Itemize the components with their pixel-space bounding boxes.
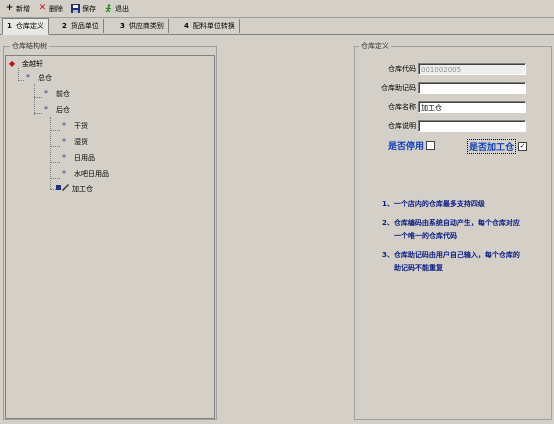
code-row: 仓库代码 001002005 bbox=[356, 62, 526, 76]
note-line: 助记码不能重复 bbox=[394, 264, 443, 272]
note-line: 2、仓库编码由系统自动产生，每个仓库对应 bbox=[382, 219, 520, 227]
tab-label: 配料单位转换 bbox=[192, 22, 235, 30]
add-label: 新增 bbox=[16, 4, 30, 13]
asterisk-icon: * bbox=[62, 153, 66, 162]
tree-node-label: 湿货 bbox=[74, 138, 88, 146]
help-notes: 1、一个店内的仓库最多支持四级 2、仓库编码由系统自动产生，每个仓库对应 一个唯… bbox=[382, 198, 552, 275]
tab-number: 2 bbox=[62, 22, 67, 30]
tree-node-root[interactable]: ◆ 金越轩 bbox=[8, 58, 43, 70]
mnemonic-field[interactable] bbox=[418, 82, 526, 94]
tree-panel-title: 仓库结构树 bbox=[10, 42, 49, 51]
floppy-disk-icon bbox=[71, 4, 80, 13]
toolbar: + 新增 ✕ 删除 保存 退出 bbox=[0, 0, 554, 18]
delete-label: 删除 bbox=[49, 4, 63, 13]
tab-goods-unit[interactable]: 2 货品单位 bbox=[58, 19, 104, 33]
desc-label: 仓库说明 bbox=[388, 122, 416, 130]
name-row: 仓库名称 加工仓 bbox=[356, 100, 526, 114]
exit-figure-icon bbox=[104, 4, 113, 13]
disabled-checkbox[interactable] bbox=[426, 141, 436, 150]
mnemonic-label: 仓库助记码 bbox=[381, 84, 416, 92]
plus-icon: + bbox=[5, 3, 14, 13]
code-label: 仓库代码 bbox=[388, 65, 416, 73]
tree-node[interactable]: * 干货 bbox=[60, 120, 88, 132]
code-field[interactable]: 001002005 bbox=[418, 63, 526, 75]
tab-number: 3 bbox=[120, 22, 125, 30]
tree-node-label: 日用品 bbox=[74, 154, 95, 162]
asterisk-icon: * bbox=[62, 137, 66, 146]
tab-supplier-category[interactable]: 3 供应商类别 bbox=[116, 19, 169, 33]
edit-pencil-icon bbox=[56, 183, 70, 195]
warehouse-tree[interactable]: ◆ 金越轩 * 总仓 * 前仓 * 后仓 * 干货 * 湿货 * 日用品 * 水… bbox=[5, 55, 215, 419]
tree-node-label: 前仓 bbox=[56, 90, 70, 98]
tree-node-selected[interactable]: 加工仓 bbox=[56, 183, 93, 195]
tab-label: 货品单位 bbox=[70, 22, 99, 30]
tab-warehouse-definition[interactable]: 1 仓库定义 bbox=[2, 18, 49, 35]
asterisk-icon: * bbox=[62, 121, 66, 130]
exit-label: 退出 bbox=[115, 4, 129, 13]
diamond-icon: ◆ bbox=[8, 59, 16, 68]
asterisk-icon: * bbox=[62, 169, 66, 178]
tree-node[interactable]: * 前仓 bbox=[42, 88, 70, 100]
form-panel-title: 仓库定义 bbox=[359, 42, 391, 51]
tree-node-label: 金越轩 bbox=[22, 60, 43, 68]
tree-node[interactable]: * 湿货 bbox=[60, 136, 88, 148]
tree-node[interactable]: * 后仓 bbox=[42, 104, 70, 116]
delete-button[interactable]: ✕ 删除 bbox=[35, 1, 66, 16]
mnemonic-row: 仓库助记码 bbox=[356, 81, 526, 95]
tree-node[interactable]: * 水吧日用品 bbox=[60, 168, 109, 180]
tree-node-label: 水吧日用品 bbox=[74, 170, 109, 178]
tab-label: 供应商类别 bbox=[128, 22, 164, 30]
add-button[interactable]: + 新增 bbox=[2, 1, 33, 16]
tab-strip: 1 仓库定义 2 货品单位 3 供应商类别 4 配料单位转换 bbox=[0, 18, 554, 35]
desc-field[interactable] bbox=[418, 120, 526, 132]
processing-checkbox-group[interactable]: 是否加工仓 ✓ bbox=[467, 139, 528, 154]
tree-node-label: 干货 bbox=[74, 122, 88, 130]
exit-button[interactable]: 退出 bbox=[101, 1, 132, 16]
note-line: 1、一个店内的仓库最多支持四级 bbox=[382, 200, 485, 208]
disabled-checkbox-group[interactable]: 是否停用 bbox=[388, 139, 436, 152]
disabled-label: 是否停用 bbox=[388, 142, 425, 152]
save-label: 保存 bbox=[82, 4, 96, 13]
tree-node[interactable]: * 总仓 bbox=[24, 72, 52, 84]
tree-node-label: 总仓 bbox=[38, 74, 52, 82]
asterisk-icon: * bbox=[44, 89, 48, 98]
processing-checkbox[interactable]: ✓ bbox=[518, 142, 528, 151]
processing-label: 是否加工仓 bbox=[467, 139, 517, 154]
tab-number: 4 bbox=[184, 22, 189, 30]
tab-ingredient-unit-conversion[interactable]: 4 配料单位转换 bbox=[180, 19, 240, 33]
tree-node[interactable]: * 日用品 bbox=[60, 152, 95, 164]
asterisk-icon: * bbox=[26, 73, 30, 82]
name-field[interactable]: 加工仓 bbox=[418, 101, 526, 113]
tab-number: 1 bbox=[7, 22, 12, 30]
note-line: 3、仓库助记码由用户自己输入，每个仓库的 bbox=[382, 251, 520, 259]
tree-node-label: 后仓 bbox=[56, 106, 70, 114]
asterisk-icon: * bbox=[44, 105, 48, 114]
tab-label: 仓库定义 bbox=[15, 22, 44, 30]
note-line: 一个唯一的仓库代码 bbox=[394, 232, 457, 240]
save-button[interactable]: 保存 bbox=[68, 1, 99, 16]
tree-node-label: 加工仓 bbox=[72, 185, 93, 193]
name-label: 仓库名称 bbox=[388, 103, 416, 111]
desc-row: 仓库说明 bbox=[356, 119, 526, 133]
red-x-icon: ✕ bbox=[38, 3, 47, 13]
